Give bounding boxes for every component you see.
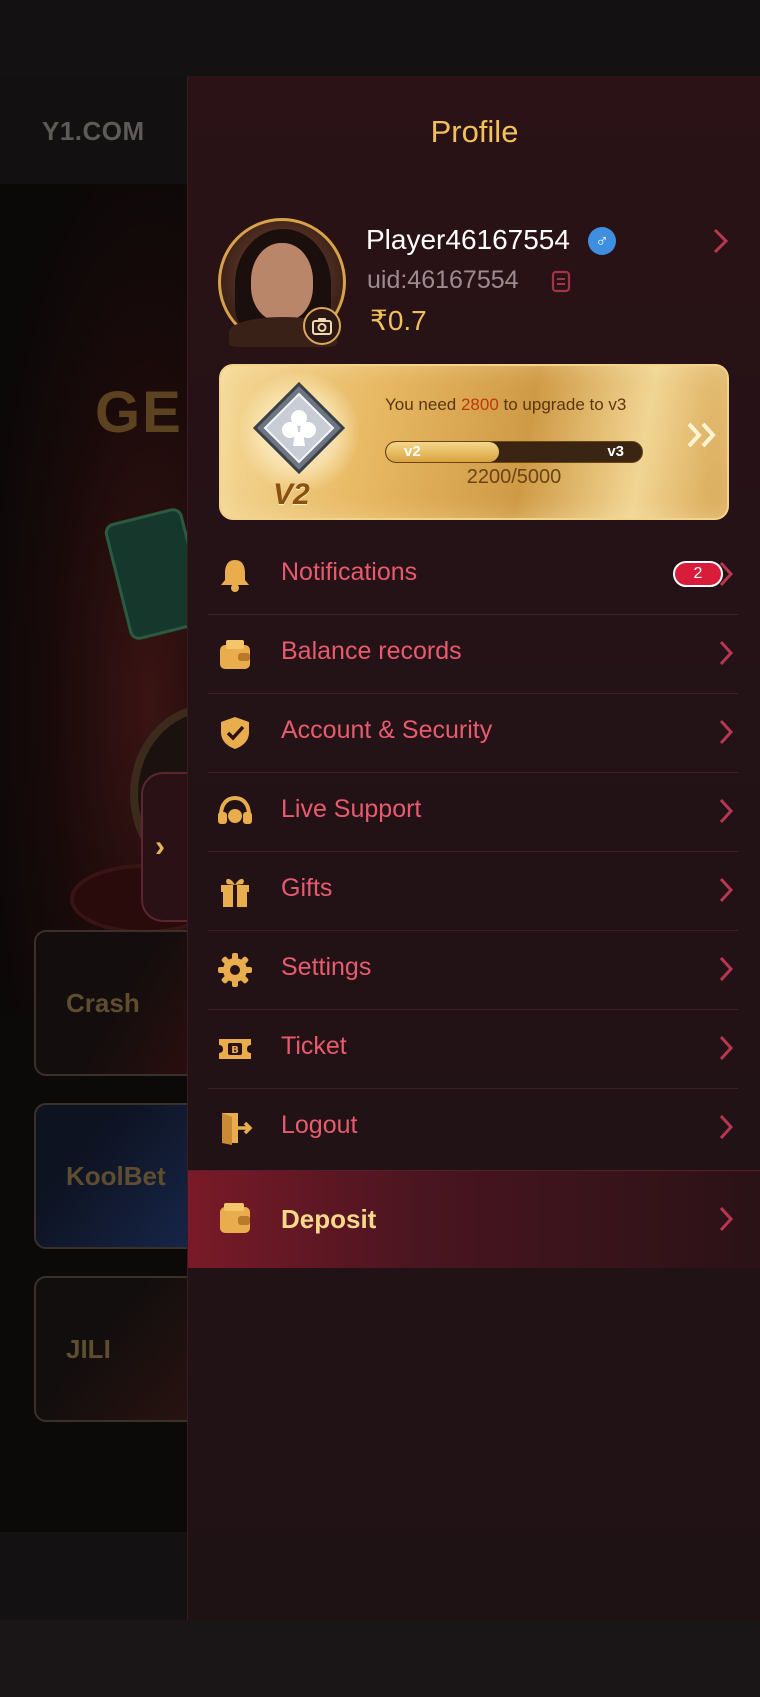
- chevron-right-icon: [719, 561, 734, 587]
- notification-count-badge: 2: [673, 561, 723, 587]
- menu-item-settings[interactable]: Settings: [208, 931, 738, 1010]
- ticket-icon: B: [219, 1039, 251, 1059]
- screen: Y1.COM GE Crash KoolBet JILI › Profile P…: [0, 0, 760, 1697]
- menu-label: Account & Security: [281, 716, 493, 744]
- double-chevron-right-icon[interactable]: [685, 420, 721, 450]
- user-id: uid:46167554: [367, 266, 519, 294]
- bell-icon: [221, 560, 249, 592]
- menu-item-logout[interactable]: Logout: [208, 1089, 738, 1168]
- chevron-right-icon: [719, 1114, 734, 1140]
- menu-item-live-support[interactable]: Live Support: [208, 773, 738, 852]
- logout-icon: [222, 1113, 253, 1145]
- player-name: Player46167554: [366, 224, 570, 255]
- gear-icon: [218, 953, 252, 987]
- shield-check-icon: [221, 717, 249, 749]
- avatar-face-art: [251, 243, 313, 321]
- chevron-right-icon: [719, 956, 734, 982]
- chevron-right-icon: [719, 877, 734, 903]
- menu-label: Balance records: [281, 637, 462, 665]
- vip-progress-fill: [386, 442, 499, 462]
- game-tile-jili[interactable]: JILI: [34, 1276, 190, 1422]
- vip-diamond-badge-icon: [252, 381, 346, 475]
- copy-icon[interactable]: [550, 270, 574, 294]
- chevron-right-icon: ›: [155, 830, 165, 863]
- menu-label: Ticket: [281, 1032, 347, 1060]
- menu-label: Gifts: [281, 874, 333, 902]
- chevron-right-icon: [719, 1206, 734, 1232]
- vip-need-suffix: to upgrade to v3: [498, 395, 627, 414]
- drawer-title: Profile: [430, 114, 519, 149]
- camera-icon[interactable]: [303, 307, 341, 345]
- menu-label: Logout: [281, 1111, 358, 1139]
- chevron-right-icon: [719, 798, 734, 824]
- vip-upgrade-text: You need 2800 to upgrade to v3: [385, 394, 645, 416]
- profile-drawer: Profile Player46167554 ♂ uid:46167554 ₹0…: [187, 76, 760, 1620]
- chevron-right-icon: [719, 719, 734, 745]
- wallet-icon: [220, 1203, 250, 1233]
- menu-item-account-security[interactable]: Account & Security: [208, 694, 738, 773]
- deposit-label: Deposit: [281, 1204, 377, 1234]
- vip-progress-bar: v2 v3: [385, 441, 643, 463]
- app-header: Y1.COM: [0, 76, 190, 184]
- banner-text: GE: [95, 380, 183, 445]
- app-logo: Y1.COM: [42, 116, 145, 146]
- vip-current-label: v2: [404, 443, 421, 460]
- chevron-right-icon[interactable]: [710, 226, 730, 256]
- navigation-bar: [0, 1620, 760, 1697]
- menu-label: Live Support: [281, 795, 422, 823]
- menu-label: Notifications: [281, 558, 418, 586]
- svg-text:B: B: [231, 1045, 239, 1056]
- vip-need-prefix: You need: [385, 395, 461, 414]
- menu-item-notifications[interactable]: Notifications 2: [208, 536, 738, 615]
- headset-icon: [218, 795, 252, 824]
- chevron-right-icon: [719, 640, 734, 666]
- menu-label: Settings: [281, 953, 372, 981]
- avatar[interactable]: [218, 218, 346, 347]
- male-gender-icon: ♂: [588, 227, 616, 255]
- game-tile-crash[interactable]: Crash: [34, 930, 190, 1076]
- deposit-button[interactable]: Deposit: [188, 1170, 760, 1268]
- menu-item-ticket[interactable]: B Ticket: [208, 1010, 738, 1089]
- vip-need-amount: 2800: [460, 395, 499, 414]
- gift-icon: [221, 878, 249, 907]
- vip-progress-text: 2200/5000: [466, 466, 562, 488]
- wallet-icon: [220, 640, 250, 669]
- status-bar: [0, 0, 760, 76]
- game-tile-koolbet[interactable]: KoolBet: [34, 1103, 190, 1249]
- game-tile-label: Crash: [66, 988, 140, 1018]
- menu-item-gifts[interactable]: Gifts: [208, 852, 738, 931]
- balance-amount: ₹0.7: [370, 305, 427, 336]
- game-tile-label: KoolBet: [66, 1161, 166, 1191]
- vip-level-label: V2: [273, 478, 310, 511]
- chevron-right-icon: [719, 1035, 734, 1061]
- banner-card-art: [102, 506, 190, 642]
- vip-upgrade-card[interactable]: V2 You need 2800 to upgrade to v3 v2 v3 …: [219, 364, 729, 520]
- vip-next-label: v3: [607, 443, 624, 460]
- menu-item-balance-records[interactable]: Balance records: [208, 615, 738, 694]
- game-tile-label: JILI: [66, 1334, 111, 1364]
